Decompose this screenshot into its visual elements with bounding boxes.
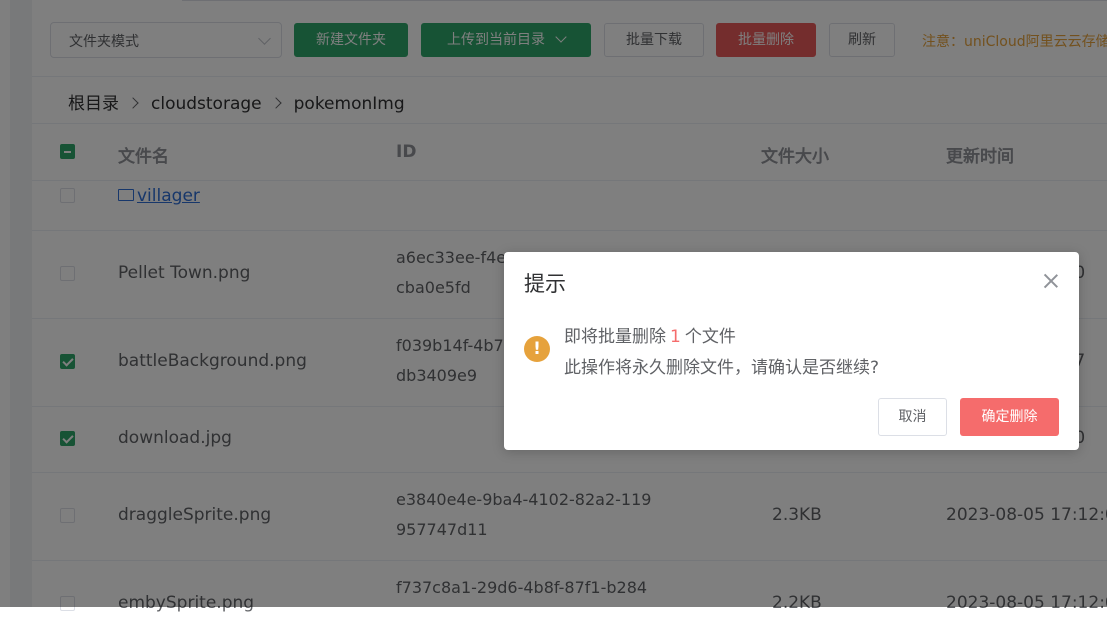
message-prefix: 即将批量删除	[564, 327, 666, 347]
close-icon[interactable]	[1043, 273, 1059, 289]
warning-icon: !	[524, 336, 550, 362]
cancel-button[interactable]: 取消	[878, 398, 947, 436]
dialog-warning-text: 此操作将永久删除文件，请确认是否继续?	[564, 358, 880, 378]
dialog-message: 即将批量删除 1 个文件	[564, 322, 736, 347]
confirm-dialog: 提示 ! 即将批量删除 1 个文件 此操作将永久删除文件，请确认是否继续? 取消 确…	[504, 252, 1079, 450]
delete-count: 1	[670, 327, 681, 347]
message-suffix: 个文件	[684, 327, 736, 347]
dialog-title: 提示	[524, 272, 566, 296]
confirm-delete-button[interactable]: 确定删除	[960, 398, 1059, 436]
